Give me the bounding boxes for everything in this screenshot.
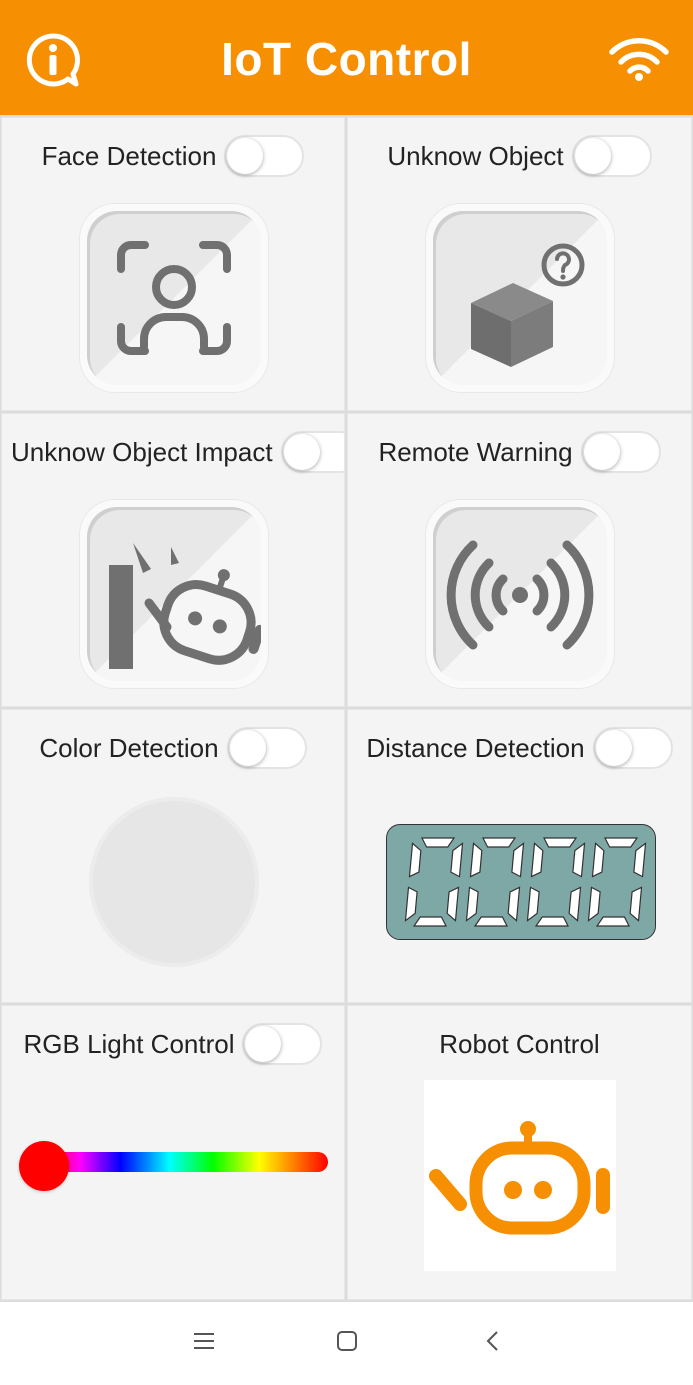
digit-segment	[526, 886, 540, 922]
digit-segment	[482, 837, 517, 848]
unknown-box-icon	[471, 243, 585, 367]
remote-warning-label: Remote Warning	[378, 436, 573, 467]
rgb-light-control-toggle[interactable]	[242, 1023, 323, 1065]
digit-segment	[511, 842, 525, 878]
digit-segment	[404, 886, 418, 922]
face-scan-icon	[117, 241, 231, 355]
robot-icon	[429, 1121, 610, 1235]
app-bar: IoT Control	[0, 0, 693, 115]
digit-segment	[587, 886, 601, 922]
digit-segment	[408, 842, 422, 878]
unknown-object-impact-card: Unknow Object Impact	[1, 413, 345, 707]
color-detection-label: Color Detection	[39, 732, 219, 763]
rgb-hue-slider[interactable]	[40, 1152, 328, 1172]
home-square-icon[interactable]	[336, 1330, 358, 1352]
wifi-icon[interactable]	[608, 34, 670, 82]
back-icon[interactable]	[482, 1330, 504, 1352]
rgb-light-control-label: RGB Light Control	[23, 1028, 235, 1059]
robot-control-label: Robot Control	[439, 1028, 600, 1059]
digit-segment	[473, 916, 508, 927]
detected-color-swatch	[89, 797, 259, 967]
face-detection-card: Face Detection	[1, 117, 345, 411]
digit-segment	[446, 886, 460, 922]
unknown-object-impact-label: Unknow Object Impact	[11, 436, 273, 467]
digit-segment	[629, 886, 643, 922]
unknown-object-label: Unknow Object	[387, 140, 564, 171]
unknown-object-button[interactable]	[425, 203, 615, 393]
digit-segment	[534, 916, 569, 927]
distance-display	[386, 824, 656, 940]
digit-segment	[633, 842, 647, 878]
remote-warning-button[interactable]	[425, 499, 615, 689]
digit-segment	[530, 842, 544, 878]
digit-segment	[604, 837, 639, 848]
distance-detection-label: Distance Detection	[366, 732, 585, 763]
distance-detection-card: Distance Detection	[347, 709, 692, 1003]
robot-control-button[interactable]	[424, 1080, 616, 1271]
seven-segment-digits	[404, 837, 647, 927]
digit-segment	[469, 842, 483, 878]
face-detection-label: Face Detection	[41, 140, 217, 171]
menu-icon[interactable]	[193, 1330, 215, 1352]
digit-segment	[465, 886, 479, 922]
digit-segment	[421, 837, 456, 848]
signal-waves-icon	[446, 540, 594, 650]
color-detection-toggle[interactable]	[226, 727, 307, 769]
color-detection-card: Color Detection	[1, 709, 345, 1003]
digit-segment	[507, 886, 521, 922]
digit-segment	[591, 842, 605, 878]
digit-segment	[595, 916, 630, 927]
unknown-object-impact-button[interactable]	[79, 499, 269, 689]
digit-segment	[543, 837, 578, 848]
unknown-object-toggle[interactable]	[571, 135, 652, 177]
digit-segment	[568, 886, 582, 922]
unknown-object-impact-toggle[interactable]	[280, 431, 344, 473]
digit-segment	[412, 916, 447, 927]
digit-segment	[572, 842, 586, 878]
face-detection-toggle[interactable]	[224, 135, 305, 177]
remote-warning-card: Remote Warning	[347, 413, 692, 707]
digit-segment	[450, 842, 464, 878]
rgb-slider-thumb[interactable]	[19, 1141, 69, 1191]
app-title: IoT Control	[221, 33, 472, 85]
distance-detection-toggle[interactable]	[592, 727, 673, 769]
robot-impact-icon	[109, 543, 261, 669]
face-detection-button[interactable]	[79, 203, 269, 393]
remote-warning-toggle[interactable]	[580, 431, 661, 473]
unknown-object-card: Unknow Object	[347, 117, 692, 411]
system-nav-bar	[0, 1302, 693, 1385]
